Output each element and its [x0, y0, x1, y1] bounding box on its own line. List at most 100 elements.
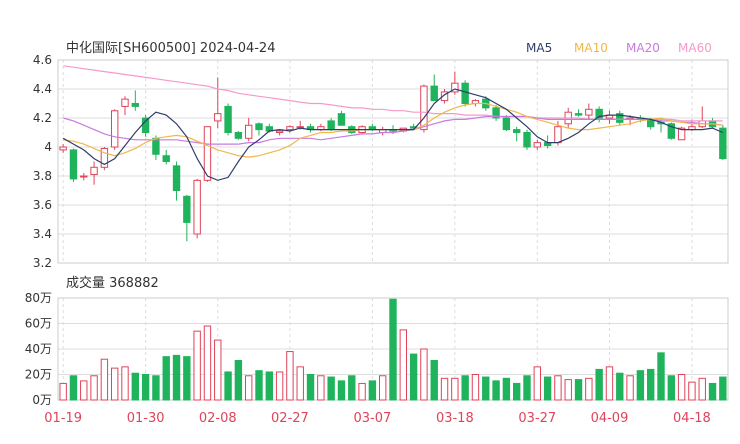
- volume-bar: [677, 374, 686, 401]
- candle-body: [533, 142, 542, 148]
- legend: MA5 MA10 MA20 MA60: [526, 41, 712, 55]
- candle-body: [183, 195, 191, 223]
- candle-body: [90, 166, 98, 176]
- price-tick-label: 3.8: [33, 169, 52, 183]
- price-tick-label: 3.6: [33, 198, 52, 212]
- candle-body: [224, 105, 232, 134]
- volume-bar: [172, 354, 181, 401]
- price-tick-label: 4.6: [33, 53, 52, 67]
- volume-bar: [512, 382, 521, 401]
- volume-bar: [337, 380, 346, 401]
- price-tick-label: 4: [44, 140, 52, 154]
- volume-bar: [533, 366, 542, 401]
- date-tick-label: 01-30: [127, 411, 165, 426]
- date-tick-label: 01-19: [44, 411, 82, 426]
- volume-tick-label: 60万: [25, 317, 52, 331]
- volume-bar: [368, 380, 377, 401]
- date-tick-label: 03-07: [353, 411, 391, 426]
- candle-body: [554, 126, 562, 144]
- volume-bar: [616, 372, 624, 401]
- volume-bar: [430, 359, 438, 401]
- volume-bar: [698, 377, 706, 401]
- volume-bar: [585, 377, 593, 401]
- volume-bar: [193, 330, 201, 401]
- candle-body: [461, 82, 469, 104]
- volume-bar: [461, 375, 469, 401]
- volume-bar: [214, 339, 222, 401]
- volume-bar: [141, 374, 150, 401]
- volume-bar: [348, 375, 356, 401]
- volume-bar: [389, 298, 397, 401]
- date-tick-label: 04-09: [591, 411, 629, 426]
- legend-ma10: MA10: [574, 41, 608, 55]
- volume-tick-label: 0万: [32, 393, 52, 407]
- chart-canvas: 中化国际[SH600500] 2024-04-24 MA5 MA10 MA20 MA6…: [25, 41, 729, 426]
- volume-bar: [275, 371, 284, 401]
- volume-bar: [131, 372, 140, 401]
- volume-bar: [244, 375, 253, 401]
- price-tick-label: 4.2: [33, 111, 52, 125]
- volume-bar: [626, 375, 634, 401]
- candle-body: [59, 146, 67, 151]
- volume-bars: [59, 298, 727, 401]
- volume-tick-label: 20万: [25, 368, 52, 382]
- volume-bar: [688, 381, 696, 401]
- legend-ma5: MA5: [526, 41, 552, 55]
- volume-title: 成交量 368882: [66, 275, 159, 291]
- candle-body: [131, 103, 140, 107]
- date-tick-label: 02-27: [271, 411, 309, 426]
- volume-axis: 80万 60万 40万 20万 0万: [25, 291, 52, 407]
- volume-bar: [121, 366, 129, 401]
- volume-bar: [255, 370, 263, 401]
- volume-bar: [471, 374, 480, 401]
- candle-body: [152, 137, 160, 155]
- volume-bar: [440, 377, 449, 401]
- volume-bar: [657, 352, 665, 401]
- volume-bar: [100, 358, 109, 401]
- candle-body: [585, 108, 593, 116]
- volume-bar: [719, 376, 727, 401]
- candle-body: [574, 113, 583, 116]
- volume-bar: [646, 368, 655, 401]
- date-tick-label: 04-18: [673, 411, 711, 426]
- date-tick-label: 03-27: [518, 411, 556, 426]
- volume-bar: [90, 375, 98, 401]
- candle-body: [80, 175, 88, 178]
- ma60-line: [63, 65, 723, 122]
- legend-ma60: MA60: [678, 41, 712, 55]
- volume-bar: [564, 379, 572, 401]
- candle-body: [327, 120, 335, 131]
- candle-body: [193, 179, 201, 235]
- price-tick-label: 4.4: [33, 82, 52, 96]
- volume-bar: [80, 380, 88, 401]
- volume-bar: [358, 382, 366, 401]
- candlesticks: [59, 71, 727, 242]
- volume-bar: [595, 368, 603, 401]
- volume-bar: [162, 356, 170, 401]
- volume-bar: [306, 374, 315, 401]
- volume-bar: [327, 376, 335, 401]
- volume-tick-label: 80万: [25, 291, 52, 305]
- price-tick-label: 3.4: [33, 227, 52, 241]
- volume-bar: [543, 376, 552, 401]
- candle-body: [275, 130, 284, 134]
- candle-body: [430, 85, 438, 102]
- date-axis: 01-19 01-30 02-08 02-27 03-07 03-18 03-27 04-09…: [44, 411, 711, 426]
- date-tick-label: 03-18: [436, 411, 474, 426]
- volume-bar: [224, 371, 232, 401]
- candle-body: [719, 127, 727, 160]
- volume-bar: [286, 351, 294, 401]
- candle-body: [286, 126, 294, 131]
- volume-bar: [378, 375, 387, 401]
- volume-bar: [110, 367, 119, 401]
- moving-average-lines: [62, 65, 724, 181]
- candle-body: [172, 165, 181, 192]
- volume-bar: [636, 370, 645, 401]
- volume-bar: [554, 375, 562, 401]
- volume-bar: [234, 359, 243, 401]
- volume-bar: [59, 382, 67, 401]
- volume-bar: [152, 375, 160, 401]
- candle-body: [69, 149, 78, 180]
- volume-bar: [69, 375, 78, 401]
- volume-bar: [482, 376, 490, 401]
